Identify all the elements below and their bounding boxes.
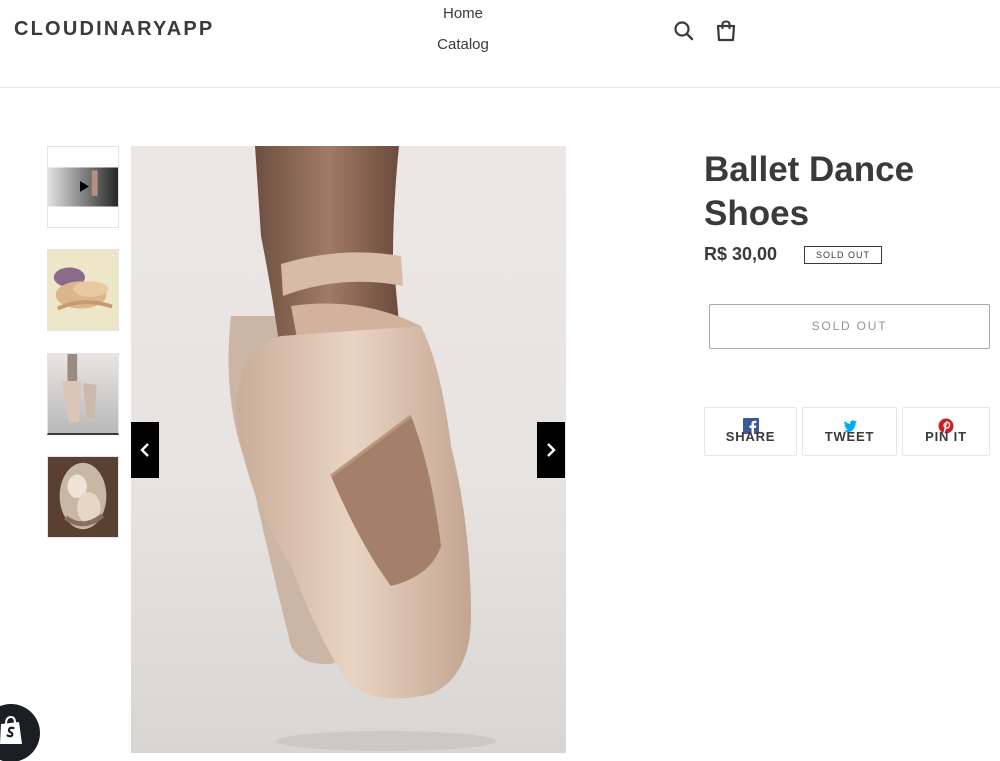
nav-link-home[interactable]: Home xyxy=(410,4,516,35)
shopify-bag-icon xyxy=(0,716,22,744)
next-slide-button[interactable] xyxy=(537,422,565,478)
dancer-thumbnail[interactable] xyxy=(47,456,119,538)
product-title: Ballet Dance Shoes xyxy=(704,150,915,233)
search-icon[interactable] xyxy=(671,18,697,44)
nav-link-catalog[interactable]: Catalog xyxy=(410,35,516,66)
share-label: SHARE xyxy=(725,429,776,444)
pointe-shoes-thumbnail[interactable] xyxy=(47,353,119,435)
product-price: R$ 30,00 xyxy=(704,244,778,264)
play-icon xyxy=(80,181,89,192)
sold-out-button[interactable]: SOLD OUT xyxy=(709,304,990,349)
tweet-label: TWEET xyxy=(824,429,875,444)
shopify-badge[interactable] xyxy=(0,704,40,761)
video-thumbnail[interactable] xyxy=(47,146,119,228)
previous-slide-button[interactable] xyxy=(131,422,159,478)
share-facebook-button[interactable]: SHARE xyxy=(704,407,797,456)
site-logo[interactable]: CLOUDINARYAPP xyxy=(14,18,214,41)
cart-icon[interactable] xyxy=(713,18,739,44)
product-main-image xyxy=(131,146,566,753)
chevron-left-icon xyxy=(140,443,149,457)
sold-out-badge: SOLD OUT xyxy=(804,246,882,264)
pin-it-label: PIN IT xyxy=(925,429,967,444)
site-header: CLOUDINARYAPP Home Catalog xyxy=(0,0,1000,88)
share-twitter-button[interactable]: TWEET xyxy=(802,407,897,456)
shoes-flatlay-thumbnail[interactable] xyxy=(47,249,119,331)
share-pinterest-button[interactable]: PIN IT xyxy=(902,407,990,456)
main-nav: Home Catalog xyxy=(410,4,516,66)
chevron-right-icon xyxy=(547,443,556,457)
